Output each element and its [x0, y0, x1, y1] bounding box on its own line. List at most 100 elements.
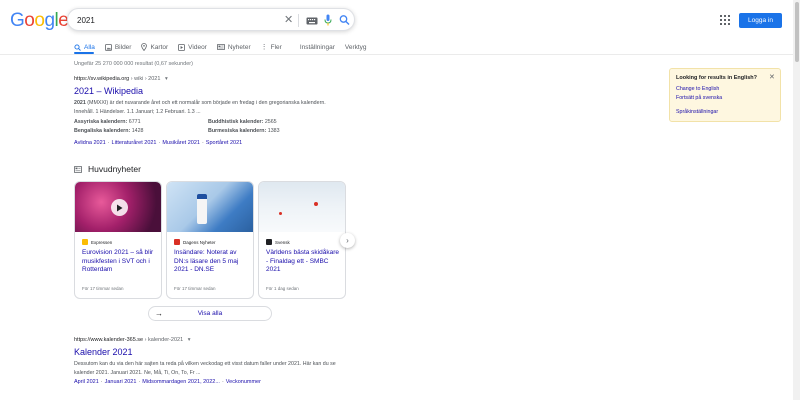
news-card[interactable]: Svensk Världens bästa skidåkare - Finald…	[258, 181, 346, 299]
fact-item: Buddhistisk kalender: 2565	[208, 118, 277, 127]
vial-shape	[197, 194, 207, 224]
apps-grid-icon[interactable]	[720, 15, 730, 25]
news-thumbnail	[259, 182, 345, 232]
continue-swedish-link[interactable]: Fortsätt på svenska	[676, 95, 722, 101]
result-url-crumb: › kalender-2021	[143, 337, 184, 343]
close-icon[interactable]: ✕	[769, 73, 775, 81]
top-stories-header: Huvudnyheter	[74, 164, 141, 174]
news-title[interactable]: Världens bästa skidåkare - Finaldag ett …	[266, 249, 342, 275]
top-stories-title: Huvudnyheter	[88, 164, 141, 174]
result-snippet: 2021 (MMXXI) är det nuvarande året och e…	[74, 99, 344, 116]
snippet-text: (MMXXI) är det nuvarande året och ett no…	[74, 100, 326, 115]
tab-label: Fler	[270, 43, 282, 51]
search-box: ✕	[67, 8, 355, 31]
news-thumbnail	[167, 182, 253, 232]
sitelinks: Avlidna 2021 · Litteraturåret 2021 · Musikår…	[74, 140, 243, 146]
news-icon	[216, 44, 225, 50]
skier-dot	[314, 202, 318, 206]
sitelink[interactable]: April 2021	[74, 379, 99, 385]
search-divider	[298, 14, 299, 27]
tab-videos[interactable]: Videor	[178, 41, 207, 53]
tab-label: Verktyg	[344, 43, 367, 51]
sitelink[interactable]: Veckonummer	[226, 379, 261, 385]
chevron-down-icon[interactable]: ▾	[165, 76, 168, 82]
tab-label: Bilder	[114, 43, 132, 51]
fact-value: 6771	[127, 119, 141, 125]
result-url-host: https://sv.wikipedia.org	[74, 76, 130, 82]
fact-label: Bengaliska kalendern:	[74, 128, 131, 134]
news-card[interactable]: Dagens Nyheter Insändare: Noterat av DN:…	[166, 181, 254, 299]
tab-more[interactable]: ⋮ Fler	[261, 41, 282, 53]
sitelink[interactable]: Litteraturåret 2021	[112, 140, 157, 146]
news-title[interactable]: Eurovision 2021 – så blir musikfesten i …	[82, 249, 158, 275]
skier-dot	[279, 212, 282, 215]
change-to-english-link[interactable]: Change to English	[676, 86, 719, 92]
result-url-crumb: › wiki › 2021	[129, 76, 161, 82]
keyboard-icon[interactable]	[306, 15, 318, 27]
tab-label: Inställningar	[299, 43, 335, 51]
fact-label: Burmesiska kalendern:	[208, 128, 267, 134]
result-url[interactable]: https://sv.wikipedia.org › wiki › 2021 ▾	[74, 76, 168, 82]
result-url[interactable]: https://www.kalender-365.se › kalender-2…	[74, 337, 190, 343]
scrollbar-thumb[interactable]	[795, 2, 799, 62]
carousel-next-button[interactable]: ›	[340, 233, 355, 248]
view-all-label: Visa alla	[197, 310, 223, 317]
search-input[interactable]	[77, 12, 267, 28]
tab-maps[interactable]: Kartor	[141, 41, 168, 53]
sitelink[interactable]: Avlidna 2021	[74, 140, 106, 146]
fact-label: Assyriska kalendern:	[74, 119, 128, 125]
news-source: Dagens Nyheter	[174, 239, 216, 245]
news-thumbnail	[75, 182, 161, 232]
sitelinks: April 2021 · Januari 2021 · Midsommardagen 2…	[74, 379, 261, 385]
fact-value: 1428	[130, 128, 144, 134]
tab-label: Nyheter	[227, 43, 251, 51]
news-source: Svensk	[266, 239, 290, 245]
source-favicon-icon	[266, 239, 272, 245]
search-icon[interactable]	[339, 14, 350, 26]
result-snippet: Dessutom kan du via den här sajten ta re…	[74, 361, 336, 376]
sitelink[interactable]: Midsommardagen 2021, 2022...	[142, 379, 220, 385]
tab-label: Videor	[188, 43, 207, 51]
chevron-down-icon[interactable]: ▾	[188, 337, 191, 343]
fact-item: Burmesiska kalendern: 1383	[208, 127, 280, 136]
news-time: För 17 timmar sedan	[82, 286, 124, 291]
fact-item: Bengaliska kalendern: 1428	[74, 127, 144, 136]
arrow-right-icon: →	[155, 309, 163, 318]
clear-icon[interactable]: ✕	[284, 13, 293, 26]
sitelink[interactable]: Sportåret 2021	[206, 140, 242, 146]
news-source: Expressen	[82, 239, 112, 245]
image-icon	[104, 43, 112, 51]
news-icon	[74, 165, 82, 173]
video-icon	[178, 43, 186, 51]
fact-item: Assyriska kalendern: 6771	[74, 118, 141, 127]
view-all-button[interactable]: → Visa alla	[148, 306, 272, 321]
tab-tools[interactable]: Verktyg	[345, 41, 367, 53]
snippet-bold: 2021	[74, 100, 86, 106]
google-logo[interactable]: Google	[10, 10, 69, 32]
tab-news[interactable]: Nyheter	[216, 41, 251, 53]
news-card[interactable]: Expressen Eurovision 2021 – så blir musi…	[74, 181, 162, 299]
header: Google ✕ Logga in All	[0, 0, 800, 55]
play-icon[interactable]	[111, 199, 128, 216]
news-time: För 1 dag sedan	[266, 286, 299, 291]
search-tabs: Alla Bilder Kartor Videor Nyheter ⋮ Fler…	[74, 41, 377, 55]
result-url-host: https://www.kalender-365.se	[74, 337, 144, 343]
sitelink[interactable]: Musikåret 2021	[162, 140, 200, 146]
language-suggestion-panel: Looking for results in English? ✕ Change…	[669, 68, 781, 122]
panel-heading: Looking for results in English?	[676, 75, 757, 81]
tab-settings[interactable]: Inställningar	[300, 41, 335, 53]
source-favicon-icon	[82, 239, 88, 245]
fact-value: 2565	[263, 119, 277, 125]
microphone-icon[interactable]	[324, 14, 332, 26]
source-name: Dagens Nyheter	[183, 239, 216, 245]
login-button[interactable]: Logga in	[739, 13, 782, 28]
tab-images[interactable]: Bilder	[104, 41, 132, 53]
result-title[interactable]: 2021 – Wikipedia	[74, 86, 143, 96]
source-favicon-icon	[174, 239, 180, 245]
result-title[interactable]: Kalender 2021	[74, 347, 133, 357]
sitelink[interactable]: Januari 2021	[105, 379, 137, 385]
result-stats: Ungefär 25 270 000 000 resultat (0,67 se…	[74, 61, 193, 67]
language-settings-link[interactable]: Språkinställningar	[676, 109, 718, 115]
news-title[interactable]: Insändare: Noterat av DN:s läsare den 5 …	[174, 249, 250, 275]
tab-label: Kartor	[150, 43, 169, 51]
